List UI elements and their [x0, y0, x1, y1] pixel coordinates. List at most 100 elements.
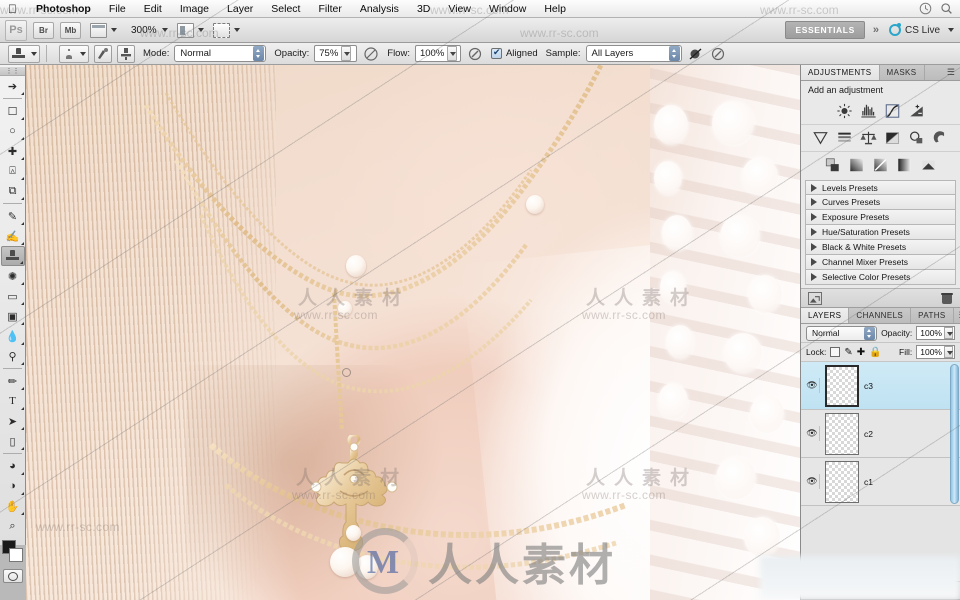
- view-extras-dropdown[interactable]: [90, 22, 117, 38]
- layer-thumbnail[interactable]: [825, 412, 859, 455]
- lock-transparent-pixels-icon[interactable]: [830, 347, 841, 357]
- posterize-icon[interactable]: [848, 157, 865, 173]
- aligned-checkbox[interactable]: [490, 47, 502, 59]
- background-color-swatch[interactable]: [8, 548, 23, 562]
- tool-eyedropper[interactable]: ⧉: [1, 181, 25, 201]
- tool-move[interactable]: ➔: [1, 76, 25, 96]
- layer-fill-input[interactable]: 100%: [916, 345, 955, 359]
- black-white-icon[interactable]: [884, 130, 901, 146]
- tool-gradient[interactable]: ▣: [1, 306, 25, 326]
- menu-view[interactable]: View: [439, 3, 480, 15]
- selective-color-icon[interactable]: [920, 157, 937, 173]
- preset-selective-color[interactable]: Selective Color Presets: [805, 270, 956, 285]
- tab-masks[interactable]: MASKS: [880, 65, 925, 80]
- eye-visibility-icon[interactable]: 👁: [805, 474, 820, 489]
- preset-curves[interactable]: Curves Presets: [805, 195, 956, 210]
- menu-3d[interactable]: 3D: [408, 3, 439, 15]
- flow-input[interactable]: 100%: [414, 45, 461, 62]
- menu-select[interactable]: Select: [262, 3, 309, 15]
- tool-crop[interactable]: ⍓: [1, 161, 25, 181]
- cs-live-menu[interactable]: CS Live: [888, 23, 954, 36]
- tab-adjustments[interactable]: ADJUSTMENTS: [801, 65, 880, 80]
- lock-all-icon[interactable]: 🔒: [869, 347, 881, 358]
- menu-analysis[interactable]: Analysis: [351, 3, 408, 15]
- tool-3d-orbit[interactable]: ◑: [1, 476, 25, 496]
- preset-hue-saturation[interactable]: Hue/Saturation Presets: [805, 225, 956, 240]
- hue-saturation-icon[interactable]: [836, 130, 853, 146]
- tool-brush[interactable]: ✍: [1, 226, 25, 246]
- channel-mixer-icon[interactable]: [932, 130, 949, 146]
- tool-3d-rotate[interactable]: ◕: [1, 456, 25, 476]
- launch-bridge-button[interactable]: Br: [33, 21, 54, 39]
- tool-spot-healing-brush[interactable]: ✎: [1, 206, 25, 226]
- preset-levels[interactable]: Levels Presets: [805, 180, 956, 195]
- screen-mode-dropdown[interactable]: [212, 22, 240, 38]
- layer-row-c1[interactable]: 👁 c1: [801, 458, 960, 506]
- tool-shape[interactable]: ▯: [1, 431, 25, 451]
- menu-image[interactable]: Image: [171, 3, 218, 15]
- delete-adjustment-icon[interactable]: [941, 292, 953, 305]
- exposure-icon[interactable]: [908, 103, 925, 119]
- layers-list[interactable]: 👁 c3 👁 c2 👁 c1: [801, 362, 960, 581]
- workspace-overflow-icon[interactable]: »: [873, 24, 879, 36]
- menu-help[interactable]: Help: [535, 3, 575, 15]
- tool-hand[interactable]: ✋: [1, 496, 25, 516]
- photo-filter-icon[interactable]: [908, 130, 925, 146]
- tool-type[interactable]: T: [1, 391, 25, 411]
- apple-logo-icon[interactable]: : [8, 3, 17, 15]
- quick-mask-icon[interactable]: [2, 569, 23, 583]
- airbrush-icon[interactable]: [467, 46, 483, 62]
- preset-channel-mixer[interactable]: Channel Mixer Presets: [805, 255, 956, 270]
- mini-bridge-button[interactable]: Mb: [60, 21, 81, 39]
- current-tool-preset-picker[interactable]: [8, 44, 40, 63]
- curves-icon[interactable]: [884, 103, 901, 119]
- menu-filter[interactable]: Filter: [309, 3, 350, 15]
- toggle-brush-panel-icon[interactable]: [94, 44, 112, 63]
- menu-edit[interactable]: Edit: [135, 3, 171, 15]
- menu-window[interactable]: Window: [480, 3, 535, 15]
- levels-icon[interactable]: [860, 103, 877, 119]
- menu-layer[interactable]: Layer: [218, 3, 262, 15]
- tab-channels[interactable]: CHANNELS: [849, 308, 912, 323]
- menu-photoshop[interactable]: Photoshop: [27, 3, 100, 15]
- tool-history-brush[interactable]: ✺: [1, 266, 25, 286]
- arrange-documents-dropdown[interactable]: [176, 22, 204, 38]
- tablet-pressure-size-icon[interactable]: [710, 46, 726, 62]
- tab-layers[interactable]: LAYERS: [801, 308, 850, 323]
- layer-opacity-input[interactable]: 100%: [916, 326, 955, 340]
- eye-visibility-icon[interactable]: 👁: [805, 426, 820, 441]
- vibrance-icon[interactable]: [812, 130, 829, 146]
- blend-mode-select[interactable]: Normal: [174, 45, 267, 62]
- tab-paths[interactable]: PATHS: [911, 308, 954, 323]
- pressure-opacity-icon[interactable]: [363, 46, 379, 62]
- preset-exposure[interactable]: Exposure Presets: [805, 210, 956, 225]
- layer-row-c3[interactable]: 👁 c3: [801, 362, 960, 410]
- tool-dodge[interactable]: ⚲: [1, 346, 25, 366]
- menu-file[interactable]: File: [100, 3, 135, 15]
- document-canvas[interactable]: 人人素材 www.rr-sc.com 人人素材 www.rr-sc.com 人人…: [26, 65, 800, 600]
- panel-menu-icon[interactable]: ☰: [942, 65, 960, 80]
- workspace-essentials-button[interactable]: ESSENTIALS: [785, 21, 865, 39]
- brightness-contrast-icon[interactable]: [836, 103, 853, 119]
- tool-clone-stamp[interactable]: [0, 246, 25, 266]
- sample-select[interactable]: All Layers: [585, 45, 682, 62]
- layer-row-c2[interactable]: 👁 c2: [801, 410, 960, 458]
- tool-blur[interactable]: 💧: [1, 326, 25, 346]
- gradient-map-icon[interactable]: [896, 157, 913, 173]
- zoom-chevron-down-icon[interactable]: [161, 28, 168, 32]
- toggle-clone-source-icon[interactable]: [117, 44, 135, 63]
- panel-menu-icon[interactable]: ☰: [954, 308, 960, 323]
- tool-pen[interactable]: ✏: [1, 371, 25, 391]
- tool-marquee[interactable]: ☐: [1, 101, 25, 121]
- zoom-level-value[interactable]: 300%: [131, 25, 157, 36]
- invert-icon[interactable]: [824, 157, 841, 173]
- opacity-input[interactable]: 75%: [314, 45, 358, 62]
- layer-thumbnail[interactable]: [825, 364, 859, 407]
- tool-lasso[interactable]: ○: [1, 121, 25, 141]
- time-machine-icon[interactable]: [919, 2, 932, 15]
- layer-thumbnail[interactable]: [825, 460, 859, 503]
- eye-visibility-icon[interactable]: 👁: [805, 378, 820, 393]
- ignore-adjustment-layers-icon[interactable]: [688, 46, 704, 62]
- lock-position-icon[interactable]: ✚: [857, 347, 865, 358]
- threshold-icon[interactable]: [872, 157, 889, 173]
